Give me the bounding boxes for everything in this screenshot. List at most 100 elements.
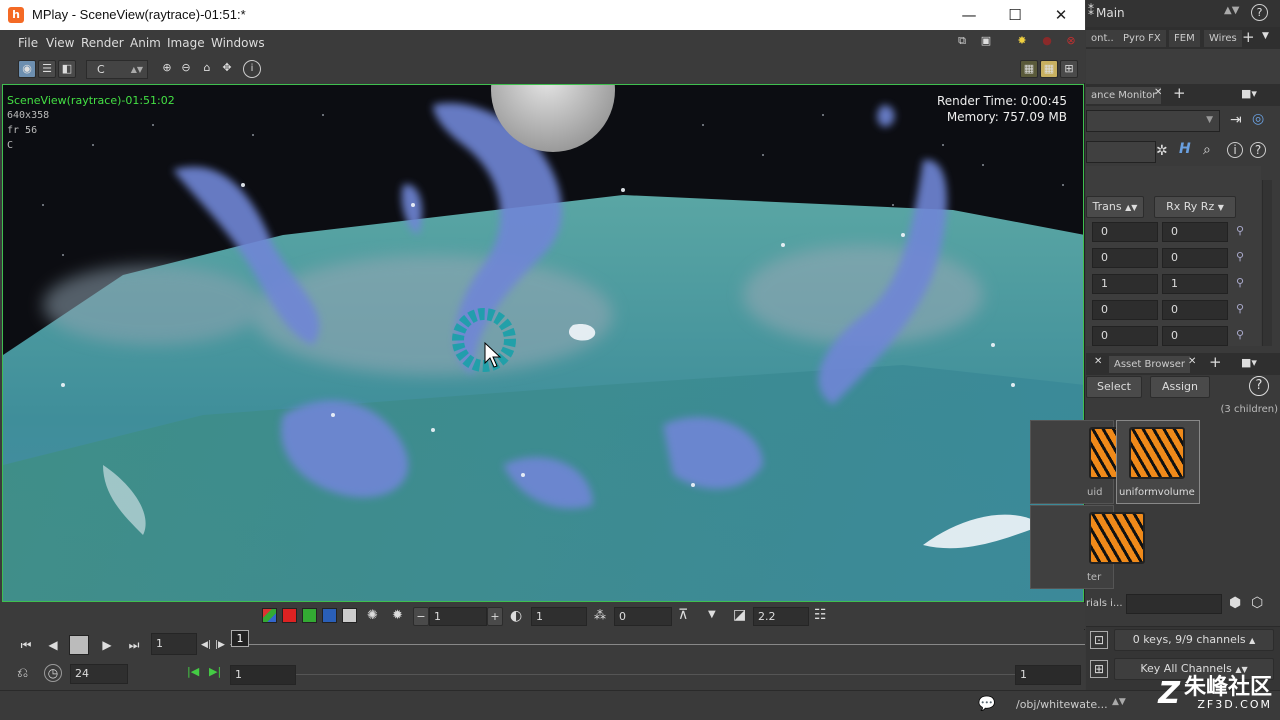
- clock-icon[interactable]: ◷: [44, 664, 62, 682]
- close-render-icon[interactable]: ⊗: [1062, 33, 1080, 51]
- exposure-icon[interactable]: ⁂: [594, 608, 606, 622]
- channel-mode-icon[interactable]: ☰: [38, 60, 56, 78]
- materials-filter-field[interactable]: [1126, 594, 1222, 614]
- exposure-field[interactable]: 0: [614, 607, 672, 626]
- display-gamma-icon[interactable]: ◪: [733, 607, 746, 623]
- range-start-field[interactable]: 1: [230, 665, 296, 685]
- levels-icon[interactable]: ⊼: [678, 607, 688, 623]
- channel-icon[interactable]: ⚲: [1236, 276, 1244, 289]
- render-viewport[interactable]: SceneView(raytrace)-01:51:02 640x358 fr …: [2, 84, 1084, 602]
- stop-render-icon[interactable]: ●: [1038, 33, 1056, 51]
- alpha-channel-icon[interactable]: [342, 608, 357, 623]
- cube-icon[interactable]: ⬢: [1229, 595, 1241, 611]
- red-channel-icon[interactable]: [282, 608, 297, 623]
- zoom-in-icon[interactable]: ⊕: [158, 60, 176, 78]
- pan-icon[interactable]: ✥: [218, 60, 236, 78]
- close-button[interactable]: ✕: [1038, 0, 1084, 30]
- param-field[interactable]: 1: [1162, 274, 1228, 294]
- tab-asset-browser[interactable]: Asset Browser: [1109, 356, 1191, 373]
- shelf-tab-wires[interactable]: Wires: [1204, 30, 1242, 47]
- param-field[interactable]: 1: [1092, 274, 1158, 294]
- path-chevron-icon[interactable]: ▲▼: [1112, 697, 1126, 707]
- tab-performance-monitor[interactable]: ance Monitor: [1086, 87, 1162, 104]
- close-tab-icon[interactable]: ✕: [1154, 87, 1162, 98]
- gamma-icon[interactable]: ◐: [510, 608, 522, 624]
- display-mode-icon[interactable]: ◧: [58, 60, 76, 78]
- shelf-tab-constraints[interactable]: ont..: [1086, 30, 1119, 47]
- pane-menu-icon[interactable]: ■▾: [1241, 87, 1257, 100]
- add-tab-icon[interactable]: +: [1173, 84, 1186, 102]
- blue-channel-icon[interactable]: [322, 608, 337, 623]
- param-field[interactable]: 0: [1162, 222, 1228, 242]
- param-field[interactable]: 0: [1092, 300, 1158, 320]
- channel-icon[interactable]: ⚲: [1236, 250, 1244, 263]
- step-forward-icon[interactable]: |▶: [213, 635, 227, 655]
- menu-image[interactable]: Image: [167, 36, 205, 50]
- range-slider[interactable]: [296, 674, 1016, 675]
- param-field[interactable]: 0: [1162, 248, 1228, 268]
- zoom-out-icon[interactable]: ⊖: [177, 60, 195, 78]
- pick-mode-icon[interactable]: ◉: [18, 60, 36, 78]
- add-tab-icon[interactable]: +: [1209, 353, 1222, 371]
- light-icon[interactable]: ✸: [1013, 33, 1031, 51]
- keys-channels-select[interactable]: 0 keys, 9/9 channels ▲: [1114, 629, 1274, 651]
- gamma-field[interactable]: 1: [531, 607, 587, 626]
- desktop-chevron-icon[interactable]: ▲▼: [1224, 5, 1239, 16]
- shelf-tab-fem[interactable]: FEM: [1169, 30, 1200, 47]
- step-back-icon[interactable]: ◀|: [199, 635, 213, 655]
- shelf-menu-icon[interactable]: ▼: [1262, 31, 1269, 41]
- settings-gear-icon[interactable]: ✲: [1156, 143, 1168, 159]
- menu-file[interactable]: File: [18, 36, 38, 50]
- param-field[interactable]: 0: [1162, 300, 1228, 320]
- assign-button[interactable]: Assign: [1150, 376, 1210, 398]
- keys-icon[interactable]: ⊡: [1090, 631, 1108, 649]
- green-channel-icon[interactable]: [302, 608, 317, 623]
- param-field[interactable]: 0: [1092, 222, 1158, 242]
- timeline-frame-marker[interactable]: 1: [231, 630, 249, 647]
- transform-order-select[interactable]: Trans ▲▼: [1086, 196, 1144, 218]
- material-node[interactable]: ter: [1030, 505, 1145, 589]
- play-backward-icon[interactable]: ◀: [42, 635, 64, 655]
- first-frame-icon[interactable]: ⏮: [15, 635, 37, 655]
- info-icon[interactable]: i: [1227, 142, 1243, 158]
- link-icon[interactable]: ◎: [1252, 111, 1264, 127]
- frame-field[interactable]: 1: [151, 633, 197, 655]
- rgb-channel-icon[interactable]: [262, 608, 277, 623]
- pin-icon[interactable]: ⇥: [1230, 112, 1242, 128]
- help-icon-3[interactable]: ?: [1249, 376, 1269, 396]
- help-icon-2[interactable]: ?: [1250, 142, 1266, 158]
- lut-value-field[interactable]: 1: [429, 607, 487, 626]
- realtime-icon[interactable]: ⎌: [17, 665, 28, 681]
- range-end-icon[interactable]: ▶|: [209, 665, 221, 678]
- search-icon[interactable]: ⌕: [1203, 142, 1211, 158]
- param-field[interactable]: 0: [1162, 326, 1228, 346]
- channel-icon[interactable]: ⚲: [1236, 224, 1244, 237]
- rotate-order-select[interactable]: Rx Ry Rz ▼: [1154, 196, 1236, 218]
- increment-button[interactable]: +: [487, 607, 503, 626]
- chat-icon[interactable]: 💬: [978, 696, 995, 712]
- display-gamma-field[interactable]: 2.2: [753, 607, 809, 626]
- menu-render[interactable]: Render: [81, 36, 124, 50]
- checker-bg-icon[interactable]: ▦: [1020, 60, 1038, 78]
- shelf-tab-pyro[interactable]: Pyro FX: [1118, 30, 1166, 47]
- desktop-name[interactable]: Main: [1096, 6, 1125, 20]
- decrement-button[interactable]: −: [413, 607, 429, 626]
- brightness-low-icon[interactable]: ✺: [367, 608, 378, 623]
- home-icon[interactable]: ⌂: [198, 60, 216, 78]
- menu-windows[interactable]: Windows: [211, 36, 265, 50]
- select-button[interactable]: Select: [1086, 376, 1142, 398]
- color-menu-icon[interactable]: ☷: [814, 607, 827, 623]
- fps-field[interactable]: 24: [70, 664, 128, 684]
- range-end-field[interactable]: 1: [1015, 665, 1081, 685]
- fit-window-icon[interactable]: ⧉: [953, 33, 971, 51]
- maximize-button[interactable]: ☐: [992, 0, 1038, 30]
- param-scrollbar[interactable]: [1262, 180, 1272, 346]
- stop-icon[interactable]: [69, 635, 89, 655]
- key-all-icon[interactable]: ⊞: [1090, 660, 1108, 678]
- close-tab-icon[interactable]: ✕: [1188, 356, 1196, 367]
- lut-menu-icon[interactable]: ▼: [708, 609, 716, 620]
- last-frame-icon[interactable]: ⏭: [123, 635, 145, 655]
- minimize-button[interactable]: —: [946, 0, 992, 30]
- hex-icon[interactable]: ⬡: [1251, 595, 1263, 611]
- close-tab-icon[interactable]: ✕: [1094, 356, 1102, 367]
